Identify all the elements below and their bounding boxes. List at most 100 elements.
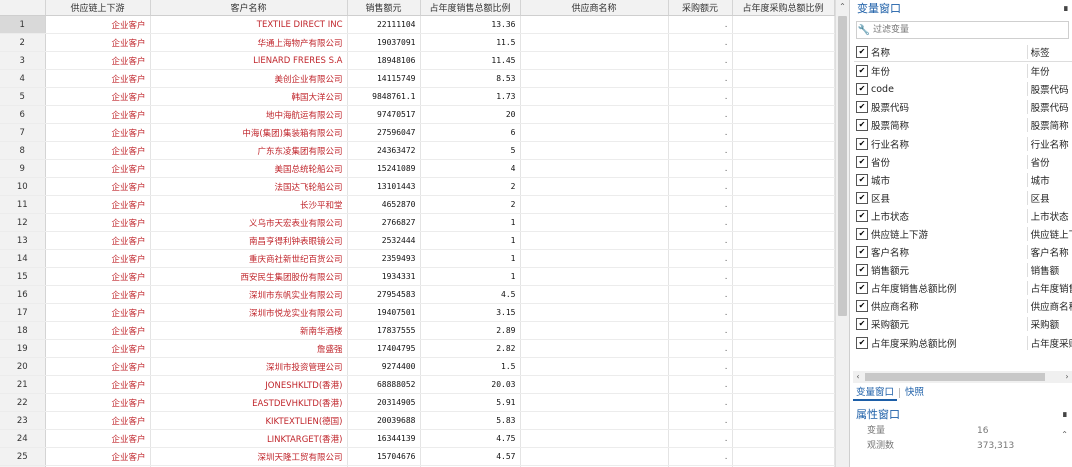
cell-supply-chain[interactable]: 企业客户 <box>45 267 151 286</box>
row-number-header[interactable] <box>0 0 46 16</box>
cell-supplier-name[interactable] <box>520 15 669 34</box>
cell-supply-chain[interactable]: 企业客户 <box>45 69 151 88</box>
cell-sales-ratio[interactable]: 5.83 <box>420 411 521 430</box>
cell-purchase-amount[interactable]: . <box>668 321 733 340</box>
row-number[interactable]: 14 <box>0 249 46 268</box>
variable-checkbox[interactable]: ✔ <box>856 318 868 331</box>
column-header[interactable]: 销售额元 <box>347 0 421 16</box>
cell-customer-name[interactable]: 西安民生集团股份有限公司 <box>150 267 348 286</box>
cell-supplier-name[interactable] <box>520 285 669 304</box>
cell-supplier-name[interactable] <box>520 177 669 196</box>
row-number[interactable]: 18 <box>0 321 46 340</box>
cell-supplier-name[interactable] <box>520 375 669 394</box>
row-number[interactable]: 13 <box>0 231 46 250</box>
variable-checkbox[interactable]: ✔ <box>856 101 868 114</box>
cell-sales-amount[interactable]: 2532444 <box>347 231 421 250</box>
column-header[interactable]: 客户名称 <box>150 0 348 16</box>
cell-sales-amount[interactable]: 22111104 <box>347 15 421 34</box>
vertical-scrollbar[interactable]: ⌃ <box>835 0 849 467</box>
cell-supply-chain[interactable]: 企业客户 <box>45 357 151 376</box>
row-number[interactable]: 25 <box>0 447 46 466</box>
cell-purchase-ratio[interactable] <box>732 267 835 286</box>
cell-purchase-amount[interactable]: . <box>668 141 733 160</box>
cell-supply-chain[interactable]: 企业客户 <box>45 429 151 448</box>
cell-customer-name[interactable]: 华通上海物产有限公司 <box>150 33 348 52</box>
row-number[interactable]: 5 <box>0 87 46 106</box>
cell-customer-name[interactable]: 深圳市悦龙实业有限公司 <box>150 303 348 322</box>
cell-purchase-ratio[interactable] <box>732 33 835 52</box>
cell-sales-amount[interactable]: 68888052 <box>347 375 421 394</box>
variable-row[interactable]: ✔ 销售额元 销售额 <box>854 261 1072 279</box>
cell-sales-amount[interactable]: 13101443 <box>347 177 421 196</box>
cell-supply-chain[interactable]: 企业客户 <box>45 213 151 232</box>
cell-sales-ratio[interactable]: 5.91 <box>420 393 521 412</box>
row-number[interactable]: 1 <box>0 15 46 34</box>
column-header[interactable]: 采购额元 <box>668 0 733 16</box>
cell-supply-chain[interactable]: 企业客户 <box>45 303 151 322</box>
cell-customer-name[interactable]: 中海(集团)集装箱有限公司 <box>150 123 348 142</box>
cell-customer-name[interactable]: 美国总统轮船公司 <box>150 159 348 178</box>
scrollbar-thumb[interactable] <box>865 373 1045 381</box>
variable-checkbox[interactable]: ✔ <box>856 264 868 277</box>
cell-purchase-amount[interactable]: . <box>668 195 733 214</box>
table-row[interactable]: 7 企业客户 中海(集团)集装箱有限公司 27596047 6. <box>0 123 835 142</box>
cell-sales-ratio[interactable]: 2.89 <box>420 321 521 340</box>
row-number[interactable]: 6 <box>0 105 46 124</box>
table-row[interactable]: 19 企业客户 詹盛强 17404795 2.82. <box>0 339 835 358</box>
cell-purchase-amount[interactable]: . <box>668 105 733 124</box>
cell-sales-ratio[interactable]: 1 <box>420 267 521 286</box>
cell-sales-amount[interactable]: 2359493 <box>347 249 421 268</box>
cell-supply-chain[interactable]: 企业客户 <box>45 123 151 142</box>
cell-sales-ratio[interactable]: 13.36 <box>420 15 521 34</box>
cell-sales-ratio[interactable]: 11.45 <box>420 51 521 70</box>
cell-sales-amount[interactable]: 1934331 <box>347 267 421 286</box>
variable-filter[interactable]: 🔧 <box>856 21 1069 39</box>
cell-customer-name[interactable]: JONESHKLTD(香港) <box>150 375 348 394</box>
cell-supplier-name[interactable] <box>520 447 669 466</box>
table-row[interactable]: 23 企业客户 KIKTEXTLIEN(德国) 20039688 5.83. <box>0 411 835 430</box>
cell-sales-ratio[interactable]: 1 <box>420 213 521 232</box>
cell-sales-ratio[interactable]: 11.5 <box>420 33 521 52</box>
cell-purchase-amount[interactable]: . <box>668 87 733 106</box>
scroll-left-icon[interactable]: ‹ <box>853 371 863 383</box>
cell-purchase-amount[interactable]: . <box>668 15 733 34</box>
horizontal-scrollbar[interactable]: ‹ › <box>853 371 1072 383</box>
cell-supplier-name[interactable] <box>520 213 669 232</box>
cell-purchase-amount[interactable]: . <box>668 429 733 448</box>
cell-supply-chain[interactable]: 企业客户 <box>45 411 151 430</box>
cell-sales-ratio[interactable]: 5 <box>420 141 521 160</box>
pin-icon[interactable]: ∎ <box>1063 0 1069 18</box>
row-number[interactable]: 10 <box>0 177 46 196</box>
cell-customer-name[interactable]: 重庆商社新世纪百货公司 <box>150 249 348 268</box>
table-row[interactable]: 12 企业客户 义乌市天宏表业有限公司 2766827 1. <box>0 213 835 232</box>
cell-purchase-ratio[interactable] <box>732 123 835 142</box>
table-row[interactable]: 21 企业客户 JONESHKLTD(香港) 68888052 20.03. <box>0 375 835 394</box>
table-row[interactable]: 14 企业客户 重庆商社新世纪百货公司 2359493 1. <box>0 249 835 268</box>
cell-sales-ratio[interactable]: 2 <box>420 195 521 214</box>
cell-supplier-name[interactable] <box>520 123 669 142</box>
cell-supply-chain[interactable]: 企业客户 <box>45 33 151 52</box>
row-number[interactable]: 15 <box>0 267 46 286</box>
cell-sales-amount[interactable]: 16344139 <box>347 429 421 448</box>
cell-sales-amount[interactable]: 17837555 <box>347 321 421 340</box>
cell-customer-name[interactable]: 地中海航运有限公司 <box>150 105 348 124</box>
cell-purchase-amount[interactable]: . <box>668 213 733 232</box>
cell-sales-amount[interactable]: 27954583 <box>347 285 421 304</box>
cell-sales-ratio[interactable]: 1 <box>420 249 521 268</box>
cell-supply-chain[interactable]: 企业客户 <box>45 231 151 250</box>
variable-checkbox[interactable]: ✔ <box>856 227 868 240</box>
cell-supplier-name[interactable] <box>520 195 669 214</box>
variable-row[interactable]: ✔供应商名称供应商名称 <box>854 297 1072 315</box>
cell-purchase-amount[interactable]: . <box>668 357 733 376</box>
row-number[interactable]: 3 <box>0 51 46 70</box>
cell-sales-amount[interactable]: 15241089 <box>347 159 421 178</box>
cell-purchase-ratio[interactable] <box>732 105 835 124</box>
cell-supply-chain[interactable]: 企业客户 <box>45 159 151 178</box>
cell-purchase-amount[interactable]: . <box>668 267 733 286</box>
cell-supply-chain[interactable]: 企业客户 <box>45 87 151 106</box>
cell-purchase-amount[interactable]: . <box>668 177 733 196</box>
cell-purchase-ratio[interactable] <box>732 411 835 430</box>
cell-sales-ratio[interactable]: 20.03 <box>420 375 521 394</box>
cell-customer-name[interactable]: 广东东凌集团有限公司 <box>150 141 348 160</box>
cell-supplier-name[interactable] <box>520 339 669 358</box>
